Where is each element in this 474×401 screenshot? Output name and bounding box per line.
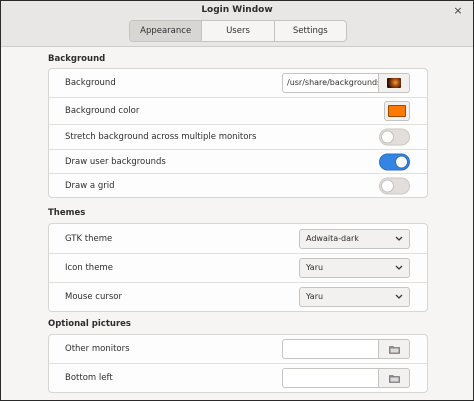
- row-bottom-left: Bottom left: [49, 364, 427, 392]
- tab-appearance[interactable]: Appearance: [130, 21, 203, 41]
- folder-icon: [388, 374, 400, 383]
- other-monitors-field[interactable]: [282, 339, 379, 359]
- close-button[interactable]: ×: [451, 4, 465, 18]
- close-icon: ×: [453, 4, 463, 17]
- draw-grid-label: Draw a grid: [65, 180, 115, 191]
- tab-users[interactable]: Users: [202, 21, 275, 41]
- background-path-field[interactable]: /usr/share/backgrounds/warty-final-ubunt…: [282, 73, 379, 93]
- background-label: Background: [65, 78, 116, 88]
- background-chooser-button[interactable]: [379, 73, 410, 93]
- chevron-down-icon: [395, 294, 403, 299]
- color-swatch: [388, 105, 406, 117]
- switch-knob: [381, 130, 394, 144]
- themes-card: GTK theme Adwaita-dark Icon theme Yaru M…: [48, 223, 428, 312]
- icon-theme-dropdown[interactable]: Yaru: [299, 258, 410, 278]
- stretch-background-label: Stretch background across multiple monit…: [65, 132, 257, 142]
- row-background: Background /usr/share/backgrounds/warty-…: [49, 69, 427, 98]
- section-title-optional-pictures: Optional pictures: [48, 319, 131, 329]
- gtk-theme-dropdown[interactable]: Adwaita-dark: [299, 228, 410, 249]
- chevron-down-icon: [395, 236, 403, 241]
- mouse-cursor-value: Yaru: [306, 292, 324, 301]
- other-monitors-browse-button[interactable]: [379, 339, 410, 359]
- row-gtk-theme: GTK theme Adwaita-dark: [49, 224, 427, 254]
- section-title-themes: Themes: [48, 208, 86, 218]
- switch-knob: [381, 179, 394, 192]
- user-backgrounds-label: Draw user backgrounds: [65, 156, 166, 167]
- bottom-left-label: Bottom left: [65, 373, 113, 383]
- other-monitors-label: Other monitors: [65, 344, 130, 354]
- user-backgrounds-switch[interactable]: [379, 153, 410, 170]
- bottom-left-browse-button[interactable]: [379, 368, 410, 388]
- row-user-backgrounds: Draw user backgrounds: [49, 150, 427, 174]
- mouse-cursor-label: Mouse cursor: [65, 292, 122, 302]
- chevron-down-icon: [395, 265, 403, 270]
- login-window: Login Window × Appearance Users Settings…: [0, 0, 474, 401]
- row-icon-theme: Icon theme Yaru: [49, 254, 427, 283]
- background-card: Background /usr/share/backgrounds/warty-…: [48, 68, 428, 198]
- window-title: Login Window: [201, 5, 273, 15]
- tab-settings[interactable]: Settings: [275, 21, 346, 41]
- bottom-left-field[interactable]: [282, 368, 379, 388]
- section-title-background: Background: [48, 54, 106, 64]
- background-color-label: Background color: [65, 106, 140, 116]
- row-stretch-background: Stretch background across multiple monit…: [49, 125, 427, 150]
- row-draw-grid: Draw a grid: [49, 174, 427, 197]
- folder-icon: [388, 345, 400, 354]
- row-other-monitors: Other monitors: [49, 335, 427, 364]
- icon-theme-label: Icon theme: [65, 263, 113, 273]
- mouse-cursor-dropdown[interactable]: Yaru: [299, 287, 410, 307]
- icon-theme-value: Yaru: [306, 263, 324, 272]
- draw-grid-switch[interactable]: [379, 177, 410, 194]
- optional-pictures-card: Other monitors Bottom left: [48, 334, 428, 393]
- row-mouse-cursor: Mouse cursor Yaru: [49, 283, 427, 311]
- switch-knob: [395, 155, 408, 168]
- image-thumbnail-icon: [387, 78, 401, 88]
- gtk-theme-value: Adwaita-dark: [306, 233, 359, 243]
- stretch-background-switch[interactable]: [379, 128, 410, 146]
- tab-bar: Appearance Users Settings: [129, 20, 347, 42]
- background-color-button[interactable]: [384, 101, 410, 121]
- title-bar: Login Window × Appearance Users Settings: [1, 1, 473, 47]
- appearance-page: Background Background /usr/share/backgro…: [1, 48, 473, 400]
- row-background-color: Background color: [49, 98, 427, 125]
- gtk-theme-label: GTK theme: [65, 233, 113, 244]
